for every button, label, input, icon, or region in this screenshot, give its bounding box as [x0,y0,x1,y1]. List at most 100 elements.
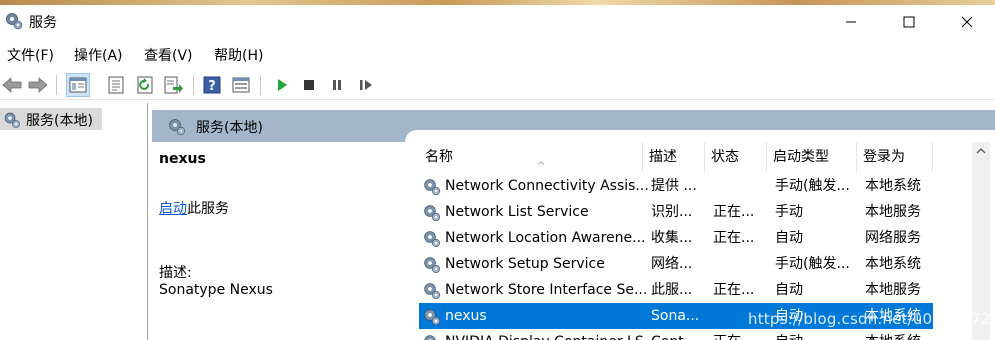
show-hide-tree-button[interactable] [66,73,90,97]
vertical-scrollbar[interactable] [972,142,990,340]
forward-button[interactable] [26,73,50,97]
column-header-name-label: 名称 [425,149,453,165]
column-header-logon-as-label: 登录为 [863,149,905,165]
export-list-button[interactable] [162,73,186,97]
column-header-name[interactable]: 名称 ^ [419,142,643,172]
cell-status: 正在... [713,329,773,340]
minimize-icon [846,21,856,22]
cell-logon: 网络服务 [865,230,921,246]
cell-name: Network List Service [445,204,589,220]
cell-name: Network Location Awarene... [445,230,646,246]
services-gear-icon [6,13,23,30]
properties-button[interactable] [104,73,128,97]
cell-logon: 本地系统 [865,256,921,272]
show-hide-tree-icon [69,77,87,93]
cell-desc: 网络... [651,256,693,272]
cell-status: 正在... [713,204,755,220]
start-service-link[interactable]: 启动 [159,201,187,217]
close-button[interactable] [938,5,995,38]
start-service-row: 启动此服务 [159,198,229,218]
console-tree: 服务(本地) [0,103,148,340]
toolbar-separator [56,75,57,95]
description-text: Sonatype Nexus [159,282,273,298]
column-header-logon-as[interactable]: 登录为 [857,142,933,172]
menu-action[interactable]: 操作(A) [74,45,123,65]
title-bar: 服务 [0,5,995,38]
cell-status: 正在... [713,230,755,246]
cell-name: nexus [445,308,487,324]
cell-status: 正在... [713,282,755,298]
tree-item-label: 服务(本地) [26,113,93,129]
back-icon [2,77,22,93]
cell-startup: 自动 [775,329,863,340]
forward-icon [28,77,48,93]
stop-service-icon [304,80,314,90]
services-list: 名称 ^ 描述 状态 启动类型 登录为 Network Connectivity… [405,130,995,340]
cell-logon: 本地系统 [865,329,933,340]
cell-status [713,303,773,329]
cell-desc: Sona... [651,308,700,324]
description-label: 描述: [159,265,192,281]
show-console-button[interactable] [229,73,253,97]
refresh-button[interactable] [134,73,158,97]
start-service-icon [278,79,287,91]
toolbar-separator [193,75,194,95]
table-row[interactable]: Network Setup Service 网络... 手动(触发... 本地系统 [419,251,933,277]
cell-name: Network Setup Service [445,256,605,272]
refresh-icon [137,76,153,94]
cell-status [713,251,773,277]
cell-startup: 手动(触发... [775,256,850,272]
restart-service-icon [360,80,372,90]
chevron-up-icon [976,148,986,154]
cell-logon: 本地服务 [865,204,921,220]
menu-file[interactable]: 文件(F) [7,45,54,65]
close-icon [961,16,973,27]
cell-startup: 自动 [775,230,803,246]
pause-service-icon [333,80,341,90]
maximize-button[interactable] [880,5,938,38]
service-gear-icon [422,255,441,274]
header-band-title: 服务(本地) [196,120,263,136]
services-gear-icon [4,112,20,128]
cell-logon: 本地服务 [865,282,921,298]
cell-logon: 本地系统 [865,178,921,194]
column-header-status[interactable]: 状态 [705,142,767,172]
table-row[interactable]: Network List Service 识别... 正在... 手动 本地服务 [419,199,933,225]
minimize-button[interactable] [822,5,880,38]
table-row-selected[interactable]: nexus Sona... 自动 本地系统 [419,303,933,329]
show-console-icon [232,77,250,93]
table-row[interactable]: NVIDIA Display Container LSCont...正在...自… [419,329,933,340]
service-detail-pane: nexus 启动此服务 描述: Sonatype Nexus [152,142,405,340]
toolbar: ? [0,70,995,100]
table-row[interactable]: Network Store Interface Se... 此服... 正在... 自… [419,277,933,303]
menu-help[interactable]: 帮助(H) [214,45,263,65]
menu-view[interactable]: 查看(V) [144,45,193,65]
start-service-button[interactable] [270,73,294,97]
cell-desc: 提供 ... [651,178,697,194]
pause-service-button[interactable] [325,73,349,97]
cell-status [713,173,773,199]
back-button[interactable] [0,73,24,97]
scroll-up-button[interactable] [972,142,990,160]
column-header-startup-type[interactable]: 启动类型 [767,142,857,172]
column-header-description-label: 描述 [649,149,677,165]
restart-service-button[interactable] [354,73,378,97]
properties-icon [108,76,124,94]
service-gear-icon [422,307,441,326]
toolbar-separator [260,75,261,95]
help-icon: ? [203,76,221,94]
help-button[interactable]: ? [200,73,224,97]
column-header-description[interactable]: 描述 [643,142,705,172]
cell-startup: 手动 [775,204,803,220]
column-header-startup-type-label: 启动类型 [773,149,829,165]
stop-service-button[interactable] [297,73,321,97]
cell-startup: 手动(触发... [775,178,850,194]
service-gear-icon [422,177,441,196]
service-gear-icon [422,229,441,248]
cell-desc: Cont... [651,329,711,340]
services-gear-icon [169,119,186,136]
menu-bar: 文件(F) 操作(A) 查看(V) 帮助(H) [0,40,995,68]
table-row[interactable]: Network Connectivity Assis... 提供 ... 手动(触发… [419,173,933,199]
cell-desc: 此服... [651,282,693,298]
table-row[interactable]: Network Location Awarene... 收集... 正在... 自动 网… [419,225,933,251]
